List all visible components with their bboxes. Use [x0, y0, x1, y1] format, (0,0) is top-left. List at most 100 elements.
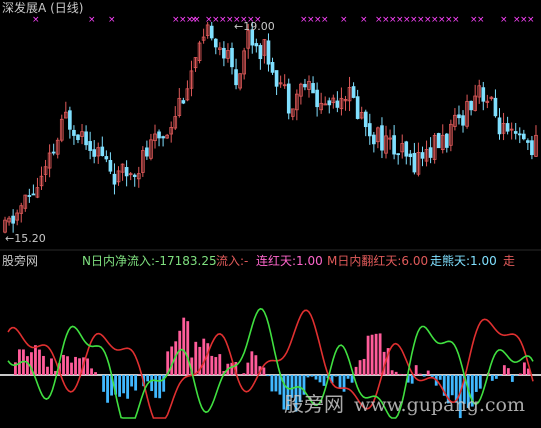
candle-body: [461, 115, 465, 126]
histogram-bar: [250, 351, 254, 375]
signal-marker: ×: [340, 15, 348, 25]
histogram-bar: [514, 375, 518, 376]
candle-body: [161, 136, 165, 139]
histogram-bar: [90, 368, 93, 375]
bear-days-indicator: 走熊天:1.00: [430, 254, 497, 268]
candle-body: [254, 43, 259, 47]
candle-body: [380, 125, 384, 151]
histogram-bar: [86, 358, 89, 375]
histogram-bar: [146, 375, 150, 382]
histogram-bar: [510, 375, 514, 382]
candle-body: [396, 153, 400, 156]
watermark-url: www.gupang.com: [354, 394, 525, 416]
histogram-bar: [518, 373, 522, 375]
histogram-bar: [238, 374, 242, 375]
indicator-site-name: 股旁网: [2, 254, 39, 268]
histogram-bar: [66, 356, 69, 375]
histogram-bar: [266, 375, 270, 377]
histogram-bar: [170, 346, 174, 375]
truncated-indicator-label: 走: [503, 254, 516, 268]
histogram-bar: [126, 375, 130, 399]
candle-body: [521, 133, 526, 140]
candle-body: [145, 147, 149, 157]
candle-body: [222, 47, 226, 59]
candle-body: [266, 40, 271, 65]
candle-body: [84, 131, 88, 146]
stock-name: 深发展: [2, 1, 39, 15]
inflow-label: 流入:: [216, 254, 245, 268]
candle-body: [209, 25, 214, 39]
histogram-bar: [498, 375, 502, 376]
histogram-bar: [186, 321, 190, 375]
net-inflow-indicator: N日内净流入:-17183.25: [82, 254, 217, 268]
candle-body: [505, 123, 510, 132]
candle-body: [469, 100, 473, 111]
histogram-bar: [38, 349, 41, 375]
candle-body: [27, 195, 32, 197]
histogram-bar: [122, 375, 126, 394]
signal-marker: ×: [477, 15, 485, 25]
histogram-bar: [314, 375, 318, 380]
histogram-bar: [390, 370, 394, 375]
candle-body: [436, 133, 441, 149]
candle-body: [108, 159, 113, 172]
candle-body: [258, 45, 263, 60]
candle-body: [327, 100, 332, 106]
histogram-bar: [270, 375, 274, 392]
inflow-value: -: [244, 254, 249, 268]
price-and-indicator-chart[interactable]: × × × × × × × × × × × × × × × × × × × × × × × × × × × × × × × × ×× × × × × × ×: [0, 0, 541, 428]
histogram-bar: [378, 333, 382, 375]
candle-body: [270, 62, 275, 73]
candle-body: [112, 173, 117, 185]
high-price-label: ←19.00: [234, 20, 275, 34]
histogram-bar: [502, 365, 506, 375]
histogram-bar: [414, 365, 418, 375]
histogram-bar: [150, 375, 154, 392]
signal-marker: ×: [452, 15, 460, 25]
histogram-bar: [118, 375, 122, 397]
consecutive-red-value: 1.00: [296, 254, 323, 268]
histogram-bar: [154, 375, 158, 398]
histogram-bar: [506, 368, 510, 375]
candle-body: [124, 167, 129, 177]
candle-body: [497, 117, 502, 135]
candle-body: [11, 215, 15, 224]
watermark: 股旁网 www.gupang.com: [284, 392, 525, 417]
histogram-bar: [218, 354, 222, 375]
histogram-bar: [422, 375, 426, 377]
candle-body: [408, 153, 413, 158]
histogram-bar: [374, 333, 378, 375]
low-price-label: ←15.20: [5, 232, 46, 246]
signal-marker: ×: [190, 15, 198, 25]
candle-body: [181, 100, 186, 104]
histogram-bar: [370, 334, 374, 375]
high-price-value: 19.00: [243, 20, 275, 33]
signal-marker: ×: [32, 15, 40, 25]
histogram-bar: [354, 366, 358, 375]
low-arrow: ←: [5, 232, 15, 245]
candle-body: [157, 131, 161, 139]
turn-red-days-label: M日内翻红天:: [327, 254, 402, 268]
candle-body: [351, 86, 356, 98]
candle-body: [517, 133, 522, 136]
histogram-bar: [130, 375, 134, 387]
candle-body: [213, 38, 218, 48]
candle-body: [234, 69, 238, 86]
candle-body: [392, 135, 396, 155]
candle-body: [355, 96, 360, 119]
net-inflow-value: -17183.25: [155, 254, 217, 268]
candle-body: [68, 110, 72, 130]
histogram-bar: [246, 362, 250, 375]
histogram-bar: [94, 372, 97, 375]
candle-body: [100, 146, 105, 156]
histogram-bar: [62, 354, 65, 375]
watermark-brand: 股旁网: [284, 392, 344, 416]
candle-body: [92, 149, 97, 157]
candle-body: [526, 140, 530, 143]
histogram-bar: [158, 375, 162, 399]
histogram-bar: [362, 358, 366, 375]
candle-body: [530, 140, 534, 156]
histogram-bar: [490, 375, 494, 381]
candle-body: [404, 141, 409, 157]
histogram-bar: [242, 373, 246, 375]
